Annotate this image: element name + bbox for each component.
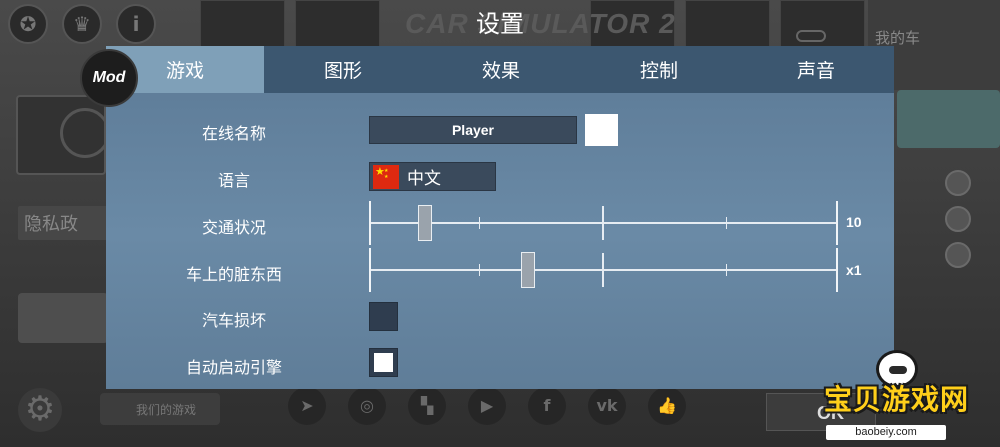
slider-tick: [602, 253, 604, 287]
tab-graphics[interactable]: 图形: [264, 46, 422, 93]
china-flag-icon: [373, 164, 399, 189]
instagram-icon[interactable]: ◎: [348, 387, 386, 425]
gear-icon[interactable]: ⚙: [18, 388, 62, 432]
left-circle: [60, 108, 110, 158]
slider-start: [369, 248, 371, 292]
youtube-icon[interactable]: ▶: [468, 387, 506, 425]
coin-icon[interactable]: [945, 170, 971, 196]
slider-end: [836, 248, 838, 292]
facebook-icon[interactable]: f: [528, 387, 566, 425]
language-value: 中文: [407, 169, 441, 189]
tab-controls[interactable]: 控制: [580, 46, 738, 93]
tab-effects[interactable]: 效果: [422, 46, 580, 93]
tab-bar: 游戏 图形 效果 控制 声音: [106, 46, 894, 93]
traffic-label: 交通状况: [201, 218, 266, 237]
name-color-swatch[interactable]: [585, 114, 618, 146]
car-dirt-label: 车上的脏东西: [185, 265, 282, 284]
privacy-button[interactable]: 隐私政: [18, 206, 108, 240]
slider-tick: [726, 217, 727, 229]
slider-end: [836, 201, 838, 245]
online-name-label: 在线名称: [201, 124, 266, 143]
traffic-value: 10: [846, 214, 862, 230]
telegram-icon[interactable]: ➤: [288, 387, 326, 425]
dialog-title: 设置: [476, 10, 524, 38]
wheel-coin-icon[interactable]: [945, 242, 971, 268]
car-damage-checkbox[interactable]: [369, 302, 398, 331]
watermark-url: baobeiy.com: [826, 425, 946, 440]
car-damage-label: 汽车损坏: [201, 311, 266, 330]
watermark: 宝贝游戏网 baobeiy.com: [818, 348, 998, 443]
auto-start-engine-label: 自动启动引擎: [185, 358, 282, 377]
vk-icon[interactable]: vk: [588, 387, 626, 425]
traffic-slider[interactable]: [369, 201, 838, 245]
watermark-text: 宝贝游戏网: [824, 383, 970, 416]
auto-start-engine-checkbox[interactable]: [369, 348, 398, 377]
language-select[interactable]: 中文: [369, 162, 496, 191]
language-label: 语言: [217, 171, 250, 190]
mod-badge[interactable]: Mod: [80, 49, 138, 107]
car-coin-icon[interactable]: [945, 206, 971, 232]
car-dirt-slider-thumb[interactable]: [521, 252, 536, 288]
like-icon[interactable]: 👍: [648, 387, 686, 425]
traffic-slider-thumb[interactable]: [418, 205, 433, 241]
slider-tick: [726, 264, 727, 276]
online-name-field[interactable]: Player: [369, 116, 577, 144]
our-games-button[interactable]: 我们的游戏: [100, 393, 220, 425]
tab-sound[interactable]: 声音: [738, 46, 894, 93]
twitch-icon[interactable]: ▚: [408, 387, 446, 425]
slider-tick: [479, 217, 480, 229]
slider-tick: [602, 206, 604, 240]
left-car-thumbnail[interactable]: [18, 293, 108, 343]
car-dirt-value: x1: [846, 262, 862, 278]
slider-tick: [479, 264, 480, 276]
car-dirt-slider[interactable]: [369, 248, 838, 292]
slider-start: [369, 201, 371, 245]
side-coin-icons: [945, 170, 971, 268]
social-icons: ➤ ◎ ▚ ▶ f vk 👍: [288, 387, 686, 425]
car-thumbnail[interactable]: [897, 90, 1000, 148]
